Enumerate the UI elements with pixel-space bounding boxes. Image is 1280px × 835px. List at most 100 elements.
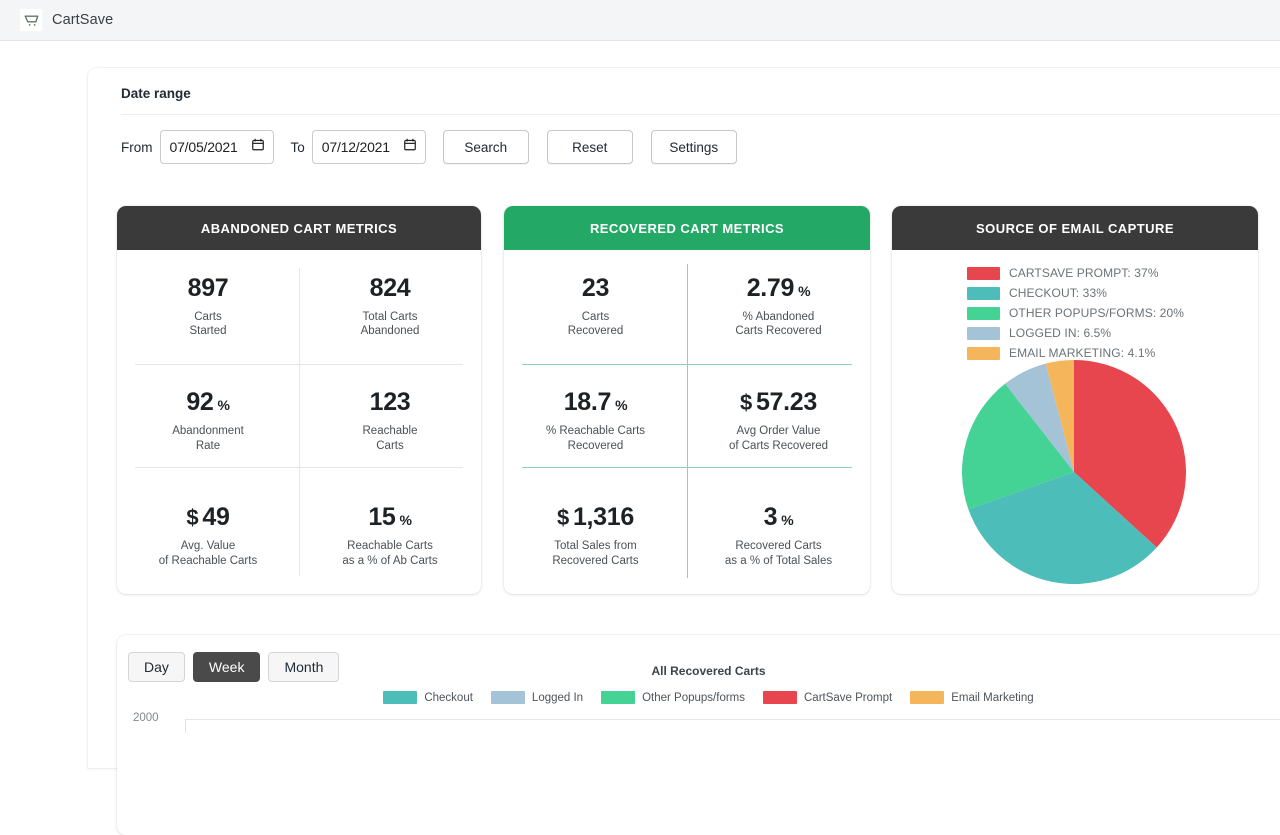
legend-swatch (491, 691, 525, 704)
chart-legend-item[interactable]: Logged In (491, 691, 583, 704)
reset-button[interactable]: Reset (547, 130, 633, 164)
metric-caption-line: Started (189, 324, 226, 339)
metric-value: 18.7% (564, 390, 628, 415)
grid-horizontal-divider (522, 364, 852, 365)
legend-label: Email Marketing (951, 692, 1033, 704)
metric-caption: % Reachable CartsRecovered (546, 424, 645, 453)
legend-swatch (910, 691, 944, 704)
chart-title: All Recovered Carts (117, 664, 1280, 678)
metric-number: 1,316 (573, 505, 634, 530)
metric-caption: Total Sales fromRecovered Carts (552, 539, 638, 568)
metric-caption-line: Reachable Carts (342, 539, 437, 554)
metric-caption-line: Avg Order Value (729, 424, 828, 439)
grid-horizontal-divider (522, 467, 852, 468)
metric-number: 23 (582, 276, 609, 301)
metric-caption: Recovered Cartsas a % of Total Sales (725, 539, 832, 568)
legend-label: Logged In (532, 692, 583, 704)
to-label: To (291, 140, 305, 155)
metric-number: 49 (202, 505, 229, 530)
metric-prefix: $ (186, 507, 198, 529)
chart-axis-tick (185, 719, 186, 733)
metric-value: $1,316 (557, 505, 634, 530)
metric-caption-line: % Abandoned (735, 310, 821, 325)
legend-label: LOGGED IN: 6.5% (1009, 326, 1111, 340)
metric-caption-line: Carts (568, 310, 624, 325)
legend-label: CartSave Prompt (804, 692, 892, 704)
metric-cell: 18.7% % Reachable CartsRecovered (504, 365, 687, 480)
calendar-icon[interactable] (251, 137, 265, 157)
metric-prefix: $ (557, 507, 569, 529)
chart-legend: Checkout Logged In Other Popups/forms CartS… (117, 691, 1280, 704)
settings-button[interactable]: Settings (651, 130, 737, 164)
pie-legend-item: CHECKOUT: 33% (967, 286, 1258, 300)
metric-cell: 824Total CartsAbandoned (299, 250, 481, 365)
pie-legend: CARTSAVE PROMPT: 37% CHECKOUT: 33% OTHER P… (892, 250, 1258, 360)
main-surface: Date range From 07/05/2021 To 07/12/2021 (88, 68, 1280, 768)
chart-legend-item[interactable]: CartSave Prompt (763, 691, 892, 704)
metric-number: 897 (188, 276, 229, 301)
legend-swatch (967, 307, 1000, 320)
legend-swatch (967, 287, 1000, 300)
shopping-cart-icon (20, 9, 42, 31)
metric-cell: $1,316 Total Sales fromRecovered Carts (504, 479, 687, 594)
metric-value: $57.23 (740, 390, 817, 415)
metric-number: 57.23 (756, 390, 817, 415)
chart-legend-item[interactable]: Checkout (383, 691, 473, 704)
metric-number: 2.79 (747, 276, 794, 301)
metric-unit: % (798, 284, 810, 298)
recovered-carts-chart-card: DayWeekMonth All Recovered Carts Checkou… (117, 635, 1280, 835)
abandoned-cart-metrics-card: ABANDONED CART METRICS 897 Carts Started 82… (117, 206, 481, 594)
app-header: CartSave (0, 0, 1280, 41)
metric-number: 3 (764, 505, 778, 530)
metric-prefix: $ (740, 392, 752, 414)
metric-value: 824 (370, 276, 411, 301)
legend-label: Other Popups/forms (642, 692, 745, 704)
y-axis-tick-label: 2000 (133, 712, 159, 724)
chart-legend-item[interactable]: Email Marketing (910, 691, 1033, 704)
metric-number: 15 (368, 505, 395, 530)
date-from-input[interactable]: 07/05/2021 (160, 130, 274, 164)
from-label: From (121, 140, 153, 155)
recovered-cart-metrics-card: RECOVERED CART METRICS 23CartsRecovered2… (504, 206, 870, 594)
metric-caption-line: of Reachable Carts (159, 554, 257, 569)
abandoned-metrics-grid: 897CartsStarted824Total CartsAbandoned92… (117, 250, 481, 594)
pie-svg (892, 358, 1258, 594)
metric-caption-line: Avg. Value (159, 539, 257, 554)
legend-swatch (967, 267, 1000, 280)
metric-caption-line: Carts (363, 439, 418, 454)
legend-label: CHECKOUT: 33% (1009, 286, 1107, 300)
brand: CartSave (20, 9, 113, 31)
calendar-icon[interactable] (403, 137, 417, 157)
metric-caption: Avg. Valueof Reachable Carts (159, 539, 257, 568)
legend-label: Checkout (424, 692, 473, 704)
metric-cell: 2.79% % AbandonedCarts Recovered (687, 250, 870, 365)
chart-legend-item[interactable]: Other Popups/forms (601, 691, 745, 704)
source-of-email-capture-card: SOURCE OF EMAIL CAPTURE CARTSAVE PROMPT:… (892, 206, 1258, 594)
metric-caption-line: Abandoned (361, 324, 420, 339)
metric-caption-line: Recovered Carts (552, 554, 638, 569)
metric-cell: $49 Avg. Valueof Reachable Carts (117, 479, 299, 594)
metric-caption: Reachable Cartsas a % of Ab Carts (342, 539, 437, 568)
metric-caption: % AbandonedCarts Recovered (735, 310, 821, 339)
grid-vertical-divider (687, 264, 688, 578)
pie-chart (892, 358, 1258, 594)
metric-caption-line: Total Sales from (552, 539, 638, 554)
metric-caption-line: Rate (172, 439, 244, 454)
metric-cell: 15% Reachable Cartsas a % of Ab Carts (299, 479, 481, 594)
metric-caption-line: Recovered (568, 324, 624, 339)
legend-label: OTHER POPUPS/FORMS: 20% (1009, 306, 1184, 320)
metric-number: 123 (370, 390, 411, 415)
search-button[interactable]: Search (443, 130, 529, 164)
metric-caption-line: % Reachable Carts (546, 424, 645, 439)
metric-caption-line: Reachable (363, 424, 418, 439)
legend-swatch (763, 691, 797, 704)
metric-number: 18.7 (564, 390, 611, 415)
grid-horizontal-divider (135, 467, 463, 468)
divider (121, 114, 1280, 115)
metric-value: 15% (368, 505, 411, 530)
date-from-value: 07/05/2021 (170, 139, 238, 155)
abandoned-card-title: ABANDONED CART METRICS (117, 206, 481, 250)
pie-legend-item: CARTSAVE PROMPT: 37% (967, 266, 1258, 280)
date-to-value: 07/12/2021 (322, 139, 390, 155)
date-to-input[interactable]: 07/12/2021 (312, 130, 426, 164)
